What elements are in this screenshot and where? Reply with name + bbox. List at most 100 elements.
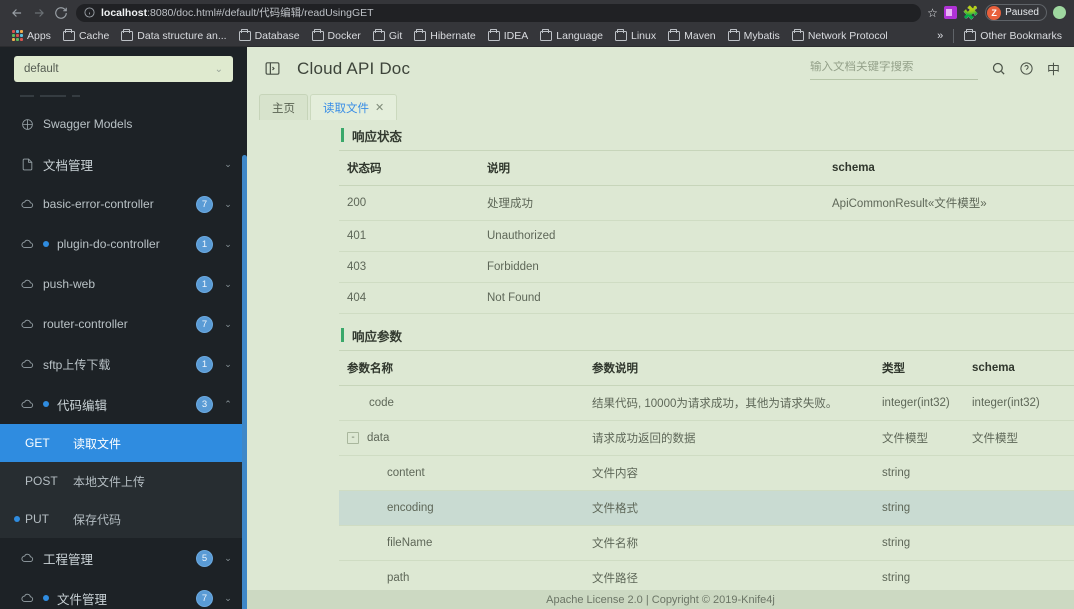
bookmark-data-structure[interactable]: Data structure an... bbox=[116, 27, 231, 45]
column-header: 类型 bbox=[874, 351, 964, 386]
sidebar-api-read-file[interactable]: GET 读取文件 bbox=[0, 424, 247, 462]
url-text: localhost:8080/doc.html#/default/代码编辑/re… bbox=[101, 5, 374, 20]
browser-toolbar: localhost:8080/doc.html#/default/代码编辑/re… bbox=[0, 0, 1074, 25]
apps-grid-icon bbox=[12, 30, 23, 41]
header-actions: 中 bbox=[809, 57, 1060, 80]
param-schema bbox=[964, 525, 1074, 561]
forward-arrow-icon[interactable] bbox=[28, 2, 50, 24]
sidebar-item-file-manage[interactable]: 文件管理 7 ⌄ bbox=[0, 578, 247, 609]
back-arrow-icon[interactable] bbox=[6, 2, 28, 24]
sidebar-item-sftp-upload-download[interactable]: sftp上传下载 1 ⌄ bbox=[0, 344, 247, 384]
sidebar-item-badge: 5 bbox=[196, 549, 213, 567]
collapse-menu-icon[interactable] bbox=[263, 60, 281, 78]
table-row: encoding 文件格式 string bbox=[339, 490, 1074, 526]
response-params-table: 参数名称 参数说明 类型 schema code 结果代码, 10000为请求成… bbox=[339, 351, 1074, 609]
chevron-down-icon[interactable]: ⌄ bbox=[221, 159, 235, 170]
chevron-down-icon[interactable]: ⌄ bbox=[221, 319, 235, 330]
chevron-down-icon[interactable]: ⌄ bbox=[221, 593, 235, 604]
sidebar-item-badge: 3 bbox=[196, 395, 213, 413]
puzzle-extensions-icon[interactable]: 🧩 bbox=[963, 5, 979, 21]
bookmark-mybatis[interactable]: Mybatis bbox=[723, 27, 785, 45]
folder-icon bbox=[540, 28, 553, 41]
bookmark-git[interactable]: Git bbox=[368, 27, 407, 45]
response-status-title: 响应状态 bbox=[339, 120, 1074, 150]
bookmarks-overflow-button[interactable]: » bbox=[932, 30, 948, 42]
bookmark-language[interactable]: Language bbox=[535, 27, 608, 45]
tab-label: 读取文件 bbox=[323, 102, 369, 115]
sidebar-item-label: sftp上传下载 bbox=[43, 357, 111, 372]
sidebar-item-router-controller[interactable]: router-controller 7 ⌄ bbox=[0, 304, 247, 344]
sidebar-item-basic-error-controller[interactable]: basic-error-controller 7 ⌄ bbox=[0, 184, 247, 224]
profile-chip[interactable]: Z Paused bbox=[985, 4, 1047, 21]
bookmark-hibernate[interactable]: Hibernate bbox=[409, 27, 481, 45]
search-input[interactable] bbox=[809, 61, 978, 73]
response-params-table-wrap: 参数名称 参数说明 类型 schema code 结果代码, 10000为请求成… bbox=[339, 350, 1074, 609]
close-icon[interactable]: ✕ bbox=[375, 101, 384, 114]
folder-icon bbox=[964, 28, 977, 41]
sidebar-item-label: 文档管理 bbox=[43, 158, 94, 173]
tab-home[interactable]: 主页 bbox=[259, 94, 308, 120]
folder-icon bbox=[615, 28, 627, 41]
sidebar-item-doc-manage[interactable]: 文档管理 ⌄ bbox=[0, 144, 247, 184]
param-schema bbox=[964, 455, 1074, 491]
page-root: default ⌄ Swagger Models 文档管理 ⌄ basic-er… bbox=[0, 47, 1074, 609]
table-row: fileName 文件名称 string bbox=[339, 525, 1074, 561]
folder-icon bbox=[121, 28, 134, 41]
extension-icon[interactable] bbox=[943, 6, 957, 19]
param-schema bbox=[964, 490, 1074, 526]
table-row: 401 Unauthorized bbox=[339, 220, 1074, 252]
param-name: code bbox=[339, 385, 584, 421]
sidebar-item-plugin-do-controller[interactable]: plugin-do-controller 1 ⌄ bbox=[0, 224, 247, 264]
search-icon[interactable] bbox=[991, 61, 1006, 76]
status-code: 404 bbox=[339, 282, 479, 314]
chevron-down-icon[interactable]: ⌄ bbox=[221, 239, 235, 250]
bookmark-linux[interactable]: Linux bbox=[610, 27, 661, 45]
sidebar-item-push-web[interactable]: push-web 1 ⌄ bbox=[0, 264, 247, 304]
profile-avatar-icon[interactable] bbox=[1053, 6, 1066, 19]
chevron-down-icon[interactable]: ⌄ bbox=[221, 199, 235, 210]
project-select[interactable]: default ⌄ bbox=[14, 56, 233, 82]
chevron-down-icon[interactable]: ⌄ bbox=[221, 359, 235, 370]
sidebar-api-save-code[interactable]: PUT 保存代码 bbox=[0, 500, 247, 538]
sidebar-item-label: push-web bbox=[43, 277, 96, 291]
sidebar-item-badge: 7 bbox=[196, 315, 213, 333]
bookmark-label: Mybatis bbox=[743, 29, 780, 42]
cloud-icon bbox=[20, 397, 35, 411]
other-bookmarks-folder[interactable]: Other Bookmarks bbox=[959, 27, 1067, 45]
sidebar-item-code-edit[interactable]: 代码编辑 3 ⌃ bbox=[0, 384, 247, 424]
profile-status-label: Paused bbox=[1005, 7, 1039, 18]
sidebar-item-project-manage[interactable]: 工程管理 5 ⌄ bbox=[0, 538, 247, 578]
search-box[interactable] bbox=[809, 57, 978, 80]
modified-dot-icon bbox=[43, 241, 49, 247]
site-info-icon[interactable] bbox=[84, 7, 95, 18]
bookmark-network-protocol[interactable]: Network Protocol bbox=[787, 27, 893, 45]
chevron-down-icon[interactable]: ⌄ bbox=[221, 279, 235, 290]
bookmark-docker[interactable]: Docker bbox=[307, 27, 366, 45]
param-desc: 结果代码, 10000为请求成功，其他为请求失败。 bbox=[584, 385, 874, 421]
chevron-up-icon[interactable]: ⌃ bbox=[221, 399, 235, 410]
address-bar[interactable]: localhost:8080/doc.html#/default/代码编辑/re… bbox=[76, 3, 922, 22]
sidebar-scrollbar[interactable] bbox=[242, 155, 247, 609]
language-toggle[interactable]: 中 bbox=[1047, 59, 1060, 78]
cloud-icon bbox=[20, 357, 35, 371]
bookmark-cache[interactable]: Cache bbox=[58, 27, 114, 45]
param-name: encoding bbox=[339, 490, 584, 526]
http-method-label: PUT bbox=[25, 512, 49, 526]
help-circle-icon[interactable] bbox=[1019, 61, 1034, 76]
cloud-icon bbox=[20, 197, 35, 211]
bookmark-star-icon[interactable]: ☆ bbox=[927, 6, 938, 20]
collapse-toggle-icon[interactable]: - bbox=[347, 431, 359, 444]
bookmark-apps[interactable]: Apps bbox=[7, 27, 56, 45]
doc-icon bbox=[20, 158, 35, 171]
table-row: 200 处理成功 ApiCommonResult«文件模型» bbox=[339, 185, 1074, 221]
sidebar-item-badge: 7 bbox=[196, 195, 213, 213]
reload-icon[interactable] bbox=[50, 2, 72, 24]
bookmark-maven[interactable]: Maven bbox=[663, 27, 721, 45]
tab-read-file[interactable]: 读取文件 ✕ bbox=[310, 94, 398, 120]
sidebar-item-swagger-models[interactable]: Swagger Models bbox=[0, 104, 247, 144]
bookmark-idea[interactable]: IDEA bbox=[483, 27, 534, 45]
sidebar-api-local-file-upload[interactable]: POST 本地文件上传 bbox=[0, 462, 247, 500]
http-method-label: POST bbox=[25, 474, 58, 488]
bookmark-database[interactable]: Database bbox=[234, 27, 305, 45]
chevron-down-icon[interactable]: ⌄ bbox=[221, 553, 235, 564]
